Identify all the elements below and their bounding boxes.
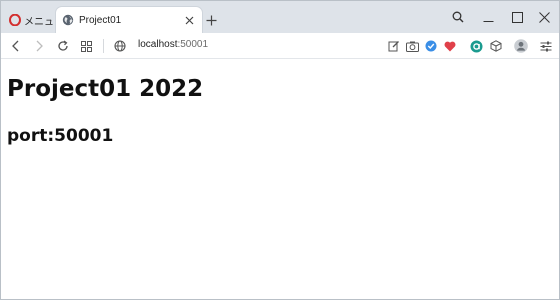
camera-icon[interactable] [403,37,421,55]
edit-icon[interactable] [385,37,403,55]
profile-avatar-icon[interactable] [512,37,530,55]
maximize-button[interactable] [506,6,528,28]
tab-menu[interactable]: メニュー [5,7,64,33]
tab-strip: メニュー Project01 [1,1,559,33]
extension-a-icon[interactable] [467,37,485,55]
search-icon[interactable] [447,6,469,28]
minimize-button[interactable] [477,6,499,28]
url-host: localhost [138,39,178,50]
opera-icon [9,12,21,28]
globe-icon [60,12,76,28]
site-info-globe-icon[interactable] [111,37,129,55]
tab-project01[interactable]: Project01 [56,7,202,33]
tab-label: Project01 [79,14,122,26]
url-port: :50001 [177,39,209,50]
page-subheading: port:50001 [7,126,114,146]
page-heading: Project01 2022 [7,76,204,102]
browser-window: メニュー Project01 localhost:50001 Project01… [0,0,560,300]
page-content: Project01 2022 port:50001 [1,60,559,299]
url-field[interactable]: localhost:50001 [138,39,208,50]
forward-button[interactable] [30,37,48,55]
vpn-check-icon[interactable] [422,37,440,55]
easy-setup-icon[interactable] [537,37,555,55]
heart-icon[interactable] [441,37,459,55]
speed-dial-icon[interactable] [77,37,95,55]
extensions-cube-icon[interactable] [487,37,505,55]
close-window-button[interactable] [533,6,555,28]
toolbar-divider [103,39,104,53]
new-tab-button[interactable] [202,11,220,29]
close-icon[interactable] [182,13,196,27]
reload-button[interactable] [54,37,72,55]
address-bar: localhost:50001 [1,33,559,59]
back-button[interactable] [7,37,25,55]
